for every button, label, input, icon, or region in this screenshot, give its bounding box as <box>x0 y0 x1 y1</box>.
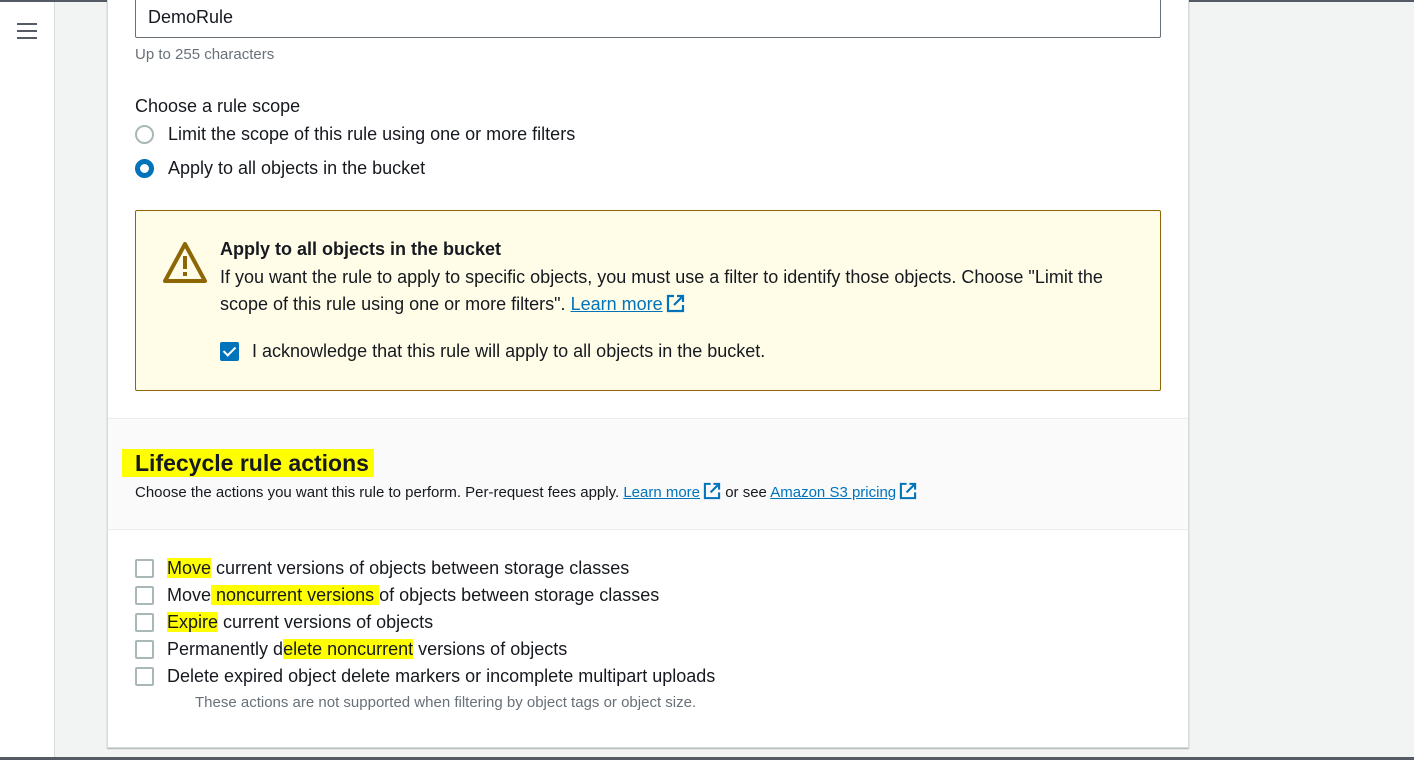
external-link-icon[interactable] <box>703 482 721 500</box>
lifecycle-actions-header: Lifecycle rule actions Choose the action… <box>108 418 1188 530</box>
action-label: Move noncurrent versions of objects betw… <box>167 585 660 605</box>
action-checkbox[interactable] <box>135 586 154 605</box>
radio-button[interactable] <box>135 125 154 144</box>
alert-body: If you want the rule to apply to specifi… <box>220 264 1120 318</box>
external-link-icon[interactable] <box>666 294 685 313</box>
side-navigation <box>0 2 55 757</box>
warning-icon <box>163 242 207 283</box>
scope-option-label: Apply to all objects in the bucket <box>168 158 426 178</box>
action-move-current[interactable]: Move current versions of objects between… <box>135 558 629 579</box>
action-label: Permanently delete noncurrent versions o… <box>167 639 568 659</box>
rule-scope-label: Choose a rule scope <box>135 96 301 116</box>
actions-note: These actions are not supported when fil… <box>195 694 697 711</box>
action-checkbox[interactable] <box>135 667 154 686</box>
acknowledge-checkbox[interactable] <box>220 342 239 361</box>
or-see-text: or see <box>725 484 767 501</box>
action-label: Delete expired object delete markers or … <box>167 666 716 686</box>
warning-alert: Apply to all objects in the bucket If yo… <box>135 210 1161 391</box>
s3-pricing-link[interactable]: Amazon S3 pricing <box>770 484 896 501</box>
section-description: Choose the actions you want this rule to… <box>135 482 917 501</box>
action-delete-markers[interactable]: Delete expired object delete markers or … <box>135 666 715 687</box>
alert-title: Apply to all objects in the bucket <box>220 239 502 259</box>
description-text: Choose the actions you want this rule to… <box>135 484 620 501</box>
action-label: Expire current versions of objects <box>167 612 434 632</box>
action-checkbox[interactable] <box>135 613 154 632</box>
scope-option-all-objects[interactable]: Apply to all objects in the bucket <box>135 158 425 179</box>
section-title: Lifecycle rule actions <box>122 449 374 477</box>
action-expire-current[interactable]: Expire current versions of objects <box>135 612 433 633</box>
external-link-icon[interactable] <box>899 482 917 500</box>
radio-button-selected[interactable] <box>135 159 154 178</box>
action-checkbox[interactable] <box>135 640 154 659</box>
learn-more-link[interactable]: Learn more <box>571 294 663 314</box>
scope-option-label: Limit the scope of this rule using one o… <box>168 124 576 144</box>
hamburger-menu-icon[interactable] <box>17 23 37 39</box>
action-label: Move current versions of objects between… <box>167 558 630 578</box>
learn-more-link[interactable]: Learn more <box>623 484 700 501</box>
scope-option-filters[interactable]: Limit the scope of this rule using one o… <box>135 124 575 145</box>
rule-name-input[interactable]: DemoRule <box>135 0 1161 38</box>
acknowledge-label: I acknowledge that this rule will apply … <box>252 341 766 361</box>
action-checkbox[interactable] <box>135 559 154 578</box>
action-delete-noncurrent[interactable]: Permanently delete noncurrent versions o… <box>135 639 567 660</box>
acknowledge-checkbox-row[interactable]: I acknowledge that this rule will apply … <box>220 341 765 362</box>
action-move-noncurrent[interactable]: Move noncurrent versions of objects betw… <box>135 585 659 606</box>
rule-name-hint: Up to 255 characters <box>135 46 275 63</box>
lifecycle-rule-panel: DemoRule Up to 255 characters Choose a r… <box>107 0 1189 748</box>
